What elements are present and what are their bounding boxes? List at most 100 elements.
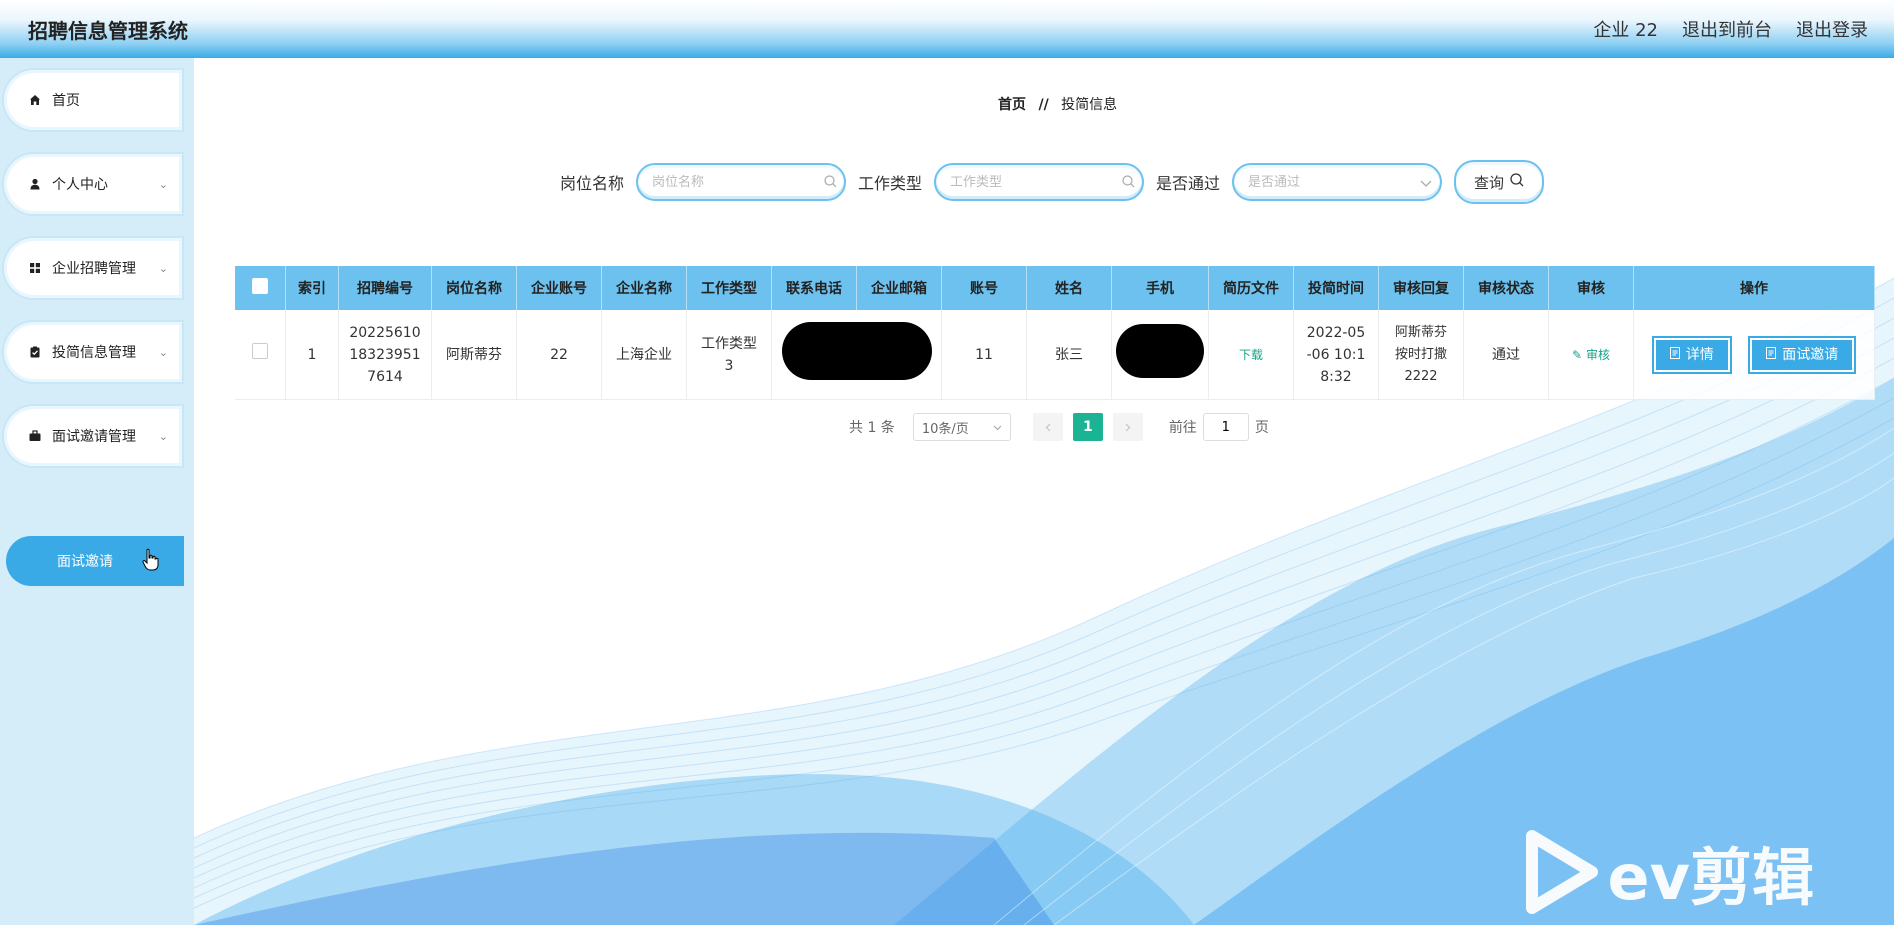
chevron-down-icon: ⌄: [158, 177, 168, 191]
grid-icon: [28, 261, 42, 275]
detail-button-label: 详情: [1685, 346, 1714, 363]
sidebar-item-recruitment[interactable]: 企业招聘管理 ⌄: [4, 238, 182, 298]
exit-to-front-link[interactable]: 退出到前台: [1682, 16, 1772, 42]
query-button[interactable]: 查询: [1454, 160, 1545, 204]
cell-audit-status: 通过: [1463, 310, 1549, 400]
sidebar-item-resume-submissions[interactable]: 投简信息管理 ⌄: [4, 322, 182, 382]
logout-link[interactable]: 退出登录: [1796, 16, 1868, 42]
document-icon: [1669, 344, 1680, 366]
prev-page-button[interactable]: [1032, 413, 1063, 441]
chevron-right-icon: [1125, 423, 1131, 431]
sidebar-item-home[interactable]: 首页: [4, 70, 182, 130]
goto-label: 前往: [1168, 420, 1197, 436]
search-icon: [824, 173, 837, 192]
table-row: 1 20225610 18323951 7614 阿斯蒂芬 22 上海企业 工作…: [235, 310, 1875, 400]
select-all-cell[interactable]: [235, 266, 286, 310]
position-name-input[interactable]: [650, 173, 825, 191]
cell-company-name: 上海企业: [601, 310, 687, 400]
page-size-select[interactable]: 10条/页: [912, 413, 1011, 441]
chevron-down-icon: [993, 420, 1002, 435]
table-header-row: 索引 招聘编号 岗位名称 企业账号 企业名称 工作类型 联系电话 企业邮箱 账号…: [235, 266, 1875, 310]
col-header: 索引: [285, 266, 339, 310]
cell-actions: 详情 面试邀请: [1633, 310, 1875, 400]
cell-phone-email-redacted: [771, 310, 942, 400]
sidebar-item-label: 首页: [52, 93, 80, 109]
document-icon: [1766, 344, 1777, 366]
cell-line: 3: [724, 357, 734, 374]
cell-audit: ✎ 审核: [1548, 310, 1634, 400]
top-right-nav: 企业 22 退出到前台 退出登录: [1593, 16, 1868, 42]
col-header: 企业邮箱: [856, 266, 942, 310]
next-page-button[interactable]: [1112, 413, 1143, 441]
cell-account: 11: [941, 310, 1027, 400]
sidebar-item-label: 个人中心: [52, 177, 108, 193]
top-bar: 招聘信息管理系统 企业 22 退出到前台 退出登录: [0, 0, 1894, 58]
col-header: 审核回复: [1378, 266, 1464, 310]
edit-icon: ✎: [1572, 347, 1583, 362]
col-header: 操作: [1633, 266, 1875, 310]
passed-select-input[interactable]: [1246, 173, 1421, 191]
col-header: 工作类型: [686, 266, 772, 310]
pagination-total: 共 1 条: [849, 420, 895, 436]
page-number-current[interactable]: 1: [1072, 413, 1103, 441]
cell-line: 18323951: [349, 346, 421, 363]
detail-button[interactable]: 详情: [1651, 335, 1732, 374]
position-name-field[interactable]: [636, 163, 847, 201]
home-icon: [28, 93, 42, 107]
query-button-label: 查询: [1474, 173, 1505, 192]
row-select-cell[interactable]: [235, 310, 286, 400]
cell-line: 8:32: [1320, 368, 1352, 385]
cell-mobile-redacted: [1111, 310, 1209, 400]
goto-page-input[interactable]: [1202, 413, 1249, 441]
select-all-checkbox[interactable]: [252, 278, 268, 294]
col-header: 姓名: [1026, 266, 1112, 310]
sidebar-item-interview-invites[interactable]: 面试邀请管理 ⌄: [4, 406, 182, 466]
goto-page: 前往 页: [1169, 413, 1269, 441]
breadcrumb-separator: //: [1038, 97, 1049, 113]
cell-recruit-code: 20225610 18323951 7614: [338, 310, 432, 400]
job-type-field[interactable]: [934, 163, 1145, 201]
play-logo-icon: [1525, 830, 1598, 914]
breadcrumb-home[interactable]: 首页: [998, 97, 1026, 113]
current-user: 企业 22: [1593, 20, 1658, 41]
cell-line: -06 10:1: [1306, 346, 1366, 363]
sidebar-item-label: 企业招聘管理: [52, 261, 136, 277]
cell-position: 阿斯蒂芬: [431, 310, 517, 400]
cell-line: 按时打撒: [1394, 346, 1447, 362]
cell-audit-reply: 阿斯蒂芬 按时打撒 2222: [1378, 310, 1464, 400]
app-title: 招聘信息管理系统: [28, 19, 188, 43]
resume-table: 索引 招聘编号 岗位名称 企业账号 企业名称 工作类型 联系电话 企业邮箱 账号…: [235, 266, 1875, 400]
audit-link-label: 审核: [1585, 347, 1610, 362]
cell-line: 2022-05: [1306, 324, 1366, 341]
resume-download-link[interactable]: 下载: [1239, 348, 1263, 362]
col-header: 企业账号: [516, 266, 602, 310]
page-size-value: 10条/页: [921, 421, 969, 437]
col-header: 审核: [1548, 266, 1634, 310]
position-name-label: 岗位名称: [560, 174, 625, 193]
cell-company-account: 22: [516, 310, 602, 400]
chevron-down-icon: ⌄: [158, 429, 168, 443]
passed-label: 是否通过: [1156, 174, 1221, 193]
cell-line: 7614: [367, 368, 403, 385]
clipboard-icon: [28, 345, 42, 359]
row-checkbox[interactable]: [252, 343, 268, 359]
cell-job-type: 工作类型 3: [686, 310, 772, 400]
chevron-down-icon: ⌄: [158, 261, 168, 275]
cell-name: 张三: [1026, 310, 1112, 400]
cell-line: 20225610: [349, 324, 421, 341]
search-icon: [1122, 173, 1135, 192]
user-icon: [28, 177, 42, 191]
sidebar-item-label: 面试邀请管理: [52, 429, 136, 445]
col-header: 手机: [1111, 266, 1209, 310]
redaction-mark: [1116, 324, 1204, 378]
col-header: 审核状态: [1463, 266, 1549, 310]
sidebar-item-personal-center[interactable]: 个人中心 ⌄: [4, 154, 182, 214]
col-header: 招聘编号: [338, 266, 432, 310]
col-header: 简历文件: [1208, 266, 1294, 310]
col-header: 企业名称: [601, 266, 687, 310]
video-editor-watermark: ev剪辑: [1522, 827, 1814, 917]
interview-invite-button[interactable]: 面试邀请: [1748, 335, 1857, 374]
passed-select[interactable]: [1232, 163, 1443, 201]
job-type-input[interactable]: [948, 173, 1123, 191]
audit-link[interactable]: ✎ 审核: [1572, 348, 1610, 362]
